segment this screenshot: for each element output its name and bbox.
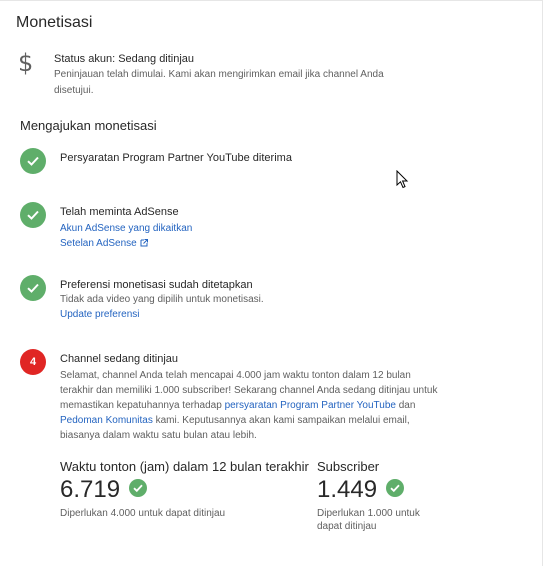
- check-circle-icon: [20, 148, 46, 174]
- metric-label: Subscriber: [317, 459, 380, 474]
- update-preferences-link[interactable]: Update preferensi: [60, 307, 450, 322]
- status-description: Peninjauan telah dimulai. Kami akan meng…: [54, 69, 384, 96]
- check-circle-icon: [20, 202, 46, 228]
- community-guidelines-link[interactable]: Pedoman Komunitas: [60, 415, 153, 426]
- step-description: Tidak ada video yang dipilih untuk monet…: [60, 294, 264, 305]
- watch-time-metric: Waktu tonton (jam) dalam 12 bulan terakh…: [60, 459, 310, 520]
- page-title: Monetisasi: [16, 14, 93, 31]
- check-circle-icon: [20, 275, 46, 301]
- metric-label: Waktu tonton (jam) dalam 12 bulan terakh…: [60, 459, 309, 474]
- step-title: Telah meminta AdSense: [60, 206, 179, 218]
- top-divider: [0, 0, 543, 1]
- status-title: Status akun: Sedang ditinjau: [54, 53, 195, 65]
- metric-value: 6.719: [60, 476, 121, 503]
- metric-note: Diperlukan 1.000 untuk dapat ditinjau: [317, 508, 420, 532]
- external-link-icon: [140, 239, 148, 247]
- check-circle-icon: [128, 479, 147, 497]
- step-title: Persyaratan Program Partner YouTube dite…: [60, 152, 292, 164]
- step-title: Channel sedang ditinjau: [60, 353, 179, 365]
- subscriber-metric: Subscriber 1.449 Diperlukan 1.000 untuk …: [317, 459, 432, 533]
- metric-value: 1.449: [317, 476, 378, 503]
- step-description: Selamat, channel Anda telah mencapai 4.0…: [60, 368, 440, 443]
- status-text: Status akun: Sedang ditinjau Peninjauan …: [54, 52, 414, 99]
- step-title: Preferensi monetisasi sudah ditetapkan: [60, 279, 253, 291]
- step-number-badge: 4: [20, 349, 46, 375]
- linked-adsense-account-link[interactable]: Akun AdSense yang dikaitkan: [60, 221, 450, 236]
- adsense-settings-label: Setelan AdSense: [60, 238, 137, 249]
- mouse-cursor-icon: [396, 170, 409, 189]
- description-text: dan: [395, 400, 416, 411]
- adsense-settings-link[interactable]: Setelan AdSense: [60, 236, 450, 251]
- apply-section-title: Mengajukan monetisasi: [20, 118, 157, 133]
- dollar-icon: $: [18, 49, 34, 77]
- partner-program-terms-link[interactable]: persyaratan Program Partner YouTube: [225, 400, 396, 411]
- metric-note: Diperlukan 4.000 untuk dapat ditinjau: [60, 508, 226, 519]
- check-circle-icon: [385, 479, 404, 497]
